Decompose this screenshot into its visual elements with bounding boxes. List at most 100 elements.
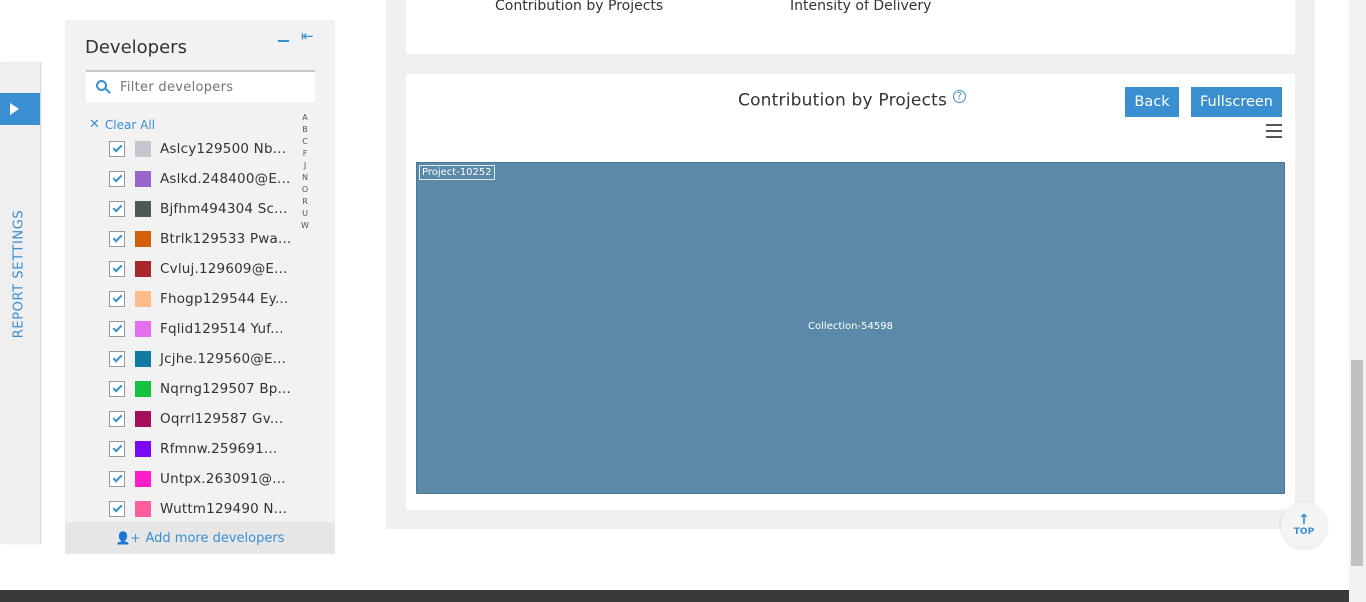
alphabet-index-letter[interactable]: B xyxy=(302,124,308,136)
report-links-card: Contribution by Projects Intensity of De… xyxy=(406,0,1295,54)
developer-checkbox[interactable] xyxy=(109,231,125,247)
collapse-left-icon[interactable]: ⇤ xyxy=(301,28,317,44)
treemap-chart[interactable]: Project-10252 Collection-54598 xyxy=(416,162,1285,494)
chart-card: Contribution by Projects? Back Fullscree… xyxy=(406,74,1295,510)
developer-name: Oqrrl129587 Gv... xyxy=(160,411,284,427)
checkmark-icon xyxy=(112,232,122,243)
developer-name: Rfmnw.259691... xyxy=(160,441,278,457)
developer-checkbox[interactable] xyxy=(109,321,125,337)
developer-row[interactable]: Aslkd.248400@E... xyxy=(109,164,299,194)
developer-checkbox[interactable] xyxy=(109,441,125,457)
checkmark-icon xyxy=(112,262,122,273)
developer-list: Aslcy129500 Nb... Aslkd.248400@E... Bjfhm4… xyxy=(109,134,299,524)
developer-row[interactable]: Btrlk129533 Pwa... xyxy=(109,224,299,254)
developer-checkbox[interactable] xyxy=(109,171,125,187)
checkmark-icon xyxy=(112,472,122,483)
developer-color-swatch xyxy=(135,201,151,217)
developer-color-swatch xyxy=(135,321,151,337)
checkmark-icon xyxy=(112,412,122,423)
developers-title: Developers xyxy=(85,37,187,58)
developer-color-swatch xyxy=(135,381,151,397)
developer-row[interactable]: Rfmnw.259691... xyxy=(109,434,299,464)
developer-name: Fqlid129514 Yuf... xyxy=(160,321,284,337)
alphabet-index: ABCFJNORUW xyxy=(301,112,309,232)
back-button[interactable]: Back xyxy=(1125,87,1179,117)
clear-all-link[interactable]: ✕ Clear All xyxy=(89,117,155,132)
developer-name: Untpx.263091@... xyxy=(160,471,286,487)
developer-checkbox[interactable] xyxy=(109,501,125,517)
developer-color-swatch xyxy=(135,261,151,277)
add-more-developers-button[interactable]: 👤+ Add more developers xyxy=(65,522,335,554)
developer-color-swatch xyxy=(135,291,151,307)
alphabet-index-letter[interactable]: A xyxy=(302,112,307,124)
treemap-project-label: Project-10252 xyxy=(419,165,495,180)
report-settings-label[interactable]: REPORT SETTINGS xyxy=(12,210,27,338)
developer-color-swatch xyxy=(135,471,151,487)
developer-checkbox[interactable] xyxy=(109,291,125,307)
developer-row[interactable]: Wuttm129490 N... xyxy=(109,494,299,524)
developer-row[interactable]: Bjfhm494304 Sc... xyxy=(109,194,299,224)
report-settings-toggle[interactable] xyxy=(0,93,40,125)
developer-checkbox[interactable] xyxy=(109,351,125,367)
developer-color-swatch xyxy=(135,231,151,247)
checkmark-icon xyxy=(112,202,122,213)
close-icon: ✕ xyxy=(89,117,100,132)
add-more-developers-label: Add more developers xyxy=(145,530,285,546)
developer-color-swatch xyxy=(135,441,151,457)
developer-row[interactable]: Fhogp129544 Ey... xyxy=(109,284,299,314)
alphabet-index-letter[interactable]: J xyxy=(304,160,306,172)
alphabet-index-letter[interactable]: U xyxy=(302,208,308,220)
developer-color-swatch xyxy=(135,171,151,187)
developer-row[interactable]: Untpx.263091@... xyxy=(109,464,299,494)
minimize-icon[interactable] xyxy=(278,32,292,46)
developer-checkbox[interactable] xyxy=(109,261,125,277)
developer-row[interactable]: Oqrrl129587 Gv... xyxy=(109,404,299,434)
alphabet-index-letter[interactable]: C xyxy=(302,136,308,148)
developer-color-swatch xyxy=(135,351,151,367)
add-user-icon: 👤+ xyxy=(115,531,141,545)
developer-color-swatch xyxy=(135,411,151,427)
developer-checkbox[interactable] xyxy=(109,141,125,157)
developer-row[interactable]: Nqrng129507 Bp... xyxy=(109,374,299,404)
alphabet-index-letter[interactable]: O xyxy=(302,184,308,196)
developer-row[interactable]: Jcjhe.129560@E... xyxy=(109,344,299,374)
chart-title: Contribution by Projects? xyxy=(738,90,967,111)
checkmark-icon xyxy=(112,382,122,393)
treemap-collection-label: Collection-54598 xyxy=(808,321,893,332)
developer-checkbox[interactable] xyxy=(109,201,125,217)
contribution-by-projects-link[interactable]: Contribution by Projects xyxy=(495,0,663,14)
hamburger-menu-icon[interactable] xyxy=(1266,124,1282,138)
developer-checkbox[interactable] xyxy=(109,471,125,487)
report-settings-rail: REPORT SETTINGS xyxy=(0,62,41,544)
arrow-up-icon: ↑ xyxy=(1298,511,1310,528)
checkmark-icon xyxy=(112,442,122,453)
checkmark-icon xyxy=(112,172,122,183)
intensity-of-delivery-link[interactable]: Intensity of Delivery xyxy=(790,0,931,14)
scroll-to-top-button[interactable]: ↑ TOP xyxy=(1281,502,1327,548)
alphabet-index-letter[interactable]: F xyxy=(303,148,308,160)
footer-bar xyxy=(0,590,1349,602)
developer-row[interactable]: Cvluj.129609@E... xyxy=(109,254,299,284)
developer-name: Fhogp129544 Ey... xyxy=(160,291,289,307)
checkmark-icon xyxy=(112,352,122,363)
developer-checkbox[interactable] xyxy=(109,411,125,427)
developer-row[interactable]: Aslcy129500 Nb... xyxy=(109,134,299,164)
checkmark-icon xyxy=(112,142,122,153)
alphabet-index-letter[interactable]: R xyxy=(302,196,308,208)
developer-name: Cvluj.129609@E... xyxy=(160,261,288,277)
alphabet-index-letter[interactable]: N xyxy=(302,172,308,184)
developer-name: Wuttm129490 N... xyxy=(160,501,288,517)
developer-checkbox[interactable] xyxy=(109,381,125,397)
developer-row[interactable]: Fqlid129514 Yuf... xyxy=(109,314,299,344)
filter-developers-box xyxy=(86,70,315,102)
checkmark-icon xyxy=(112,292,122,303)
play-arrow-icon xyxy=(9,103,19,115)
page-scrollbar[interactable] xyxy=(1349,0,1366,602)
developer-name: Btrlk129533 Pwa... xyxy=(160,231,292,247)
filter-developers-input[interactable] xyxy=(120,79,300,95)
fullscreen-button[interactable]: Fullscreen xyxy=(1191,87,1282,117)
scrollbar-thumb[interactable] xyxy=(1351,360,1363,566)
alphabet-index-letter[interactable]: W xyxy=(301,220,309,232)
help-icon[interactable]: ? xyxy=(953,90,967,103)
developer-name: Jcjhe.129560@E... xyxy=(160,351,287,367)
